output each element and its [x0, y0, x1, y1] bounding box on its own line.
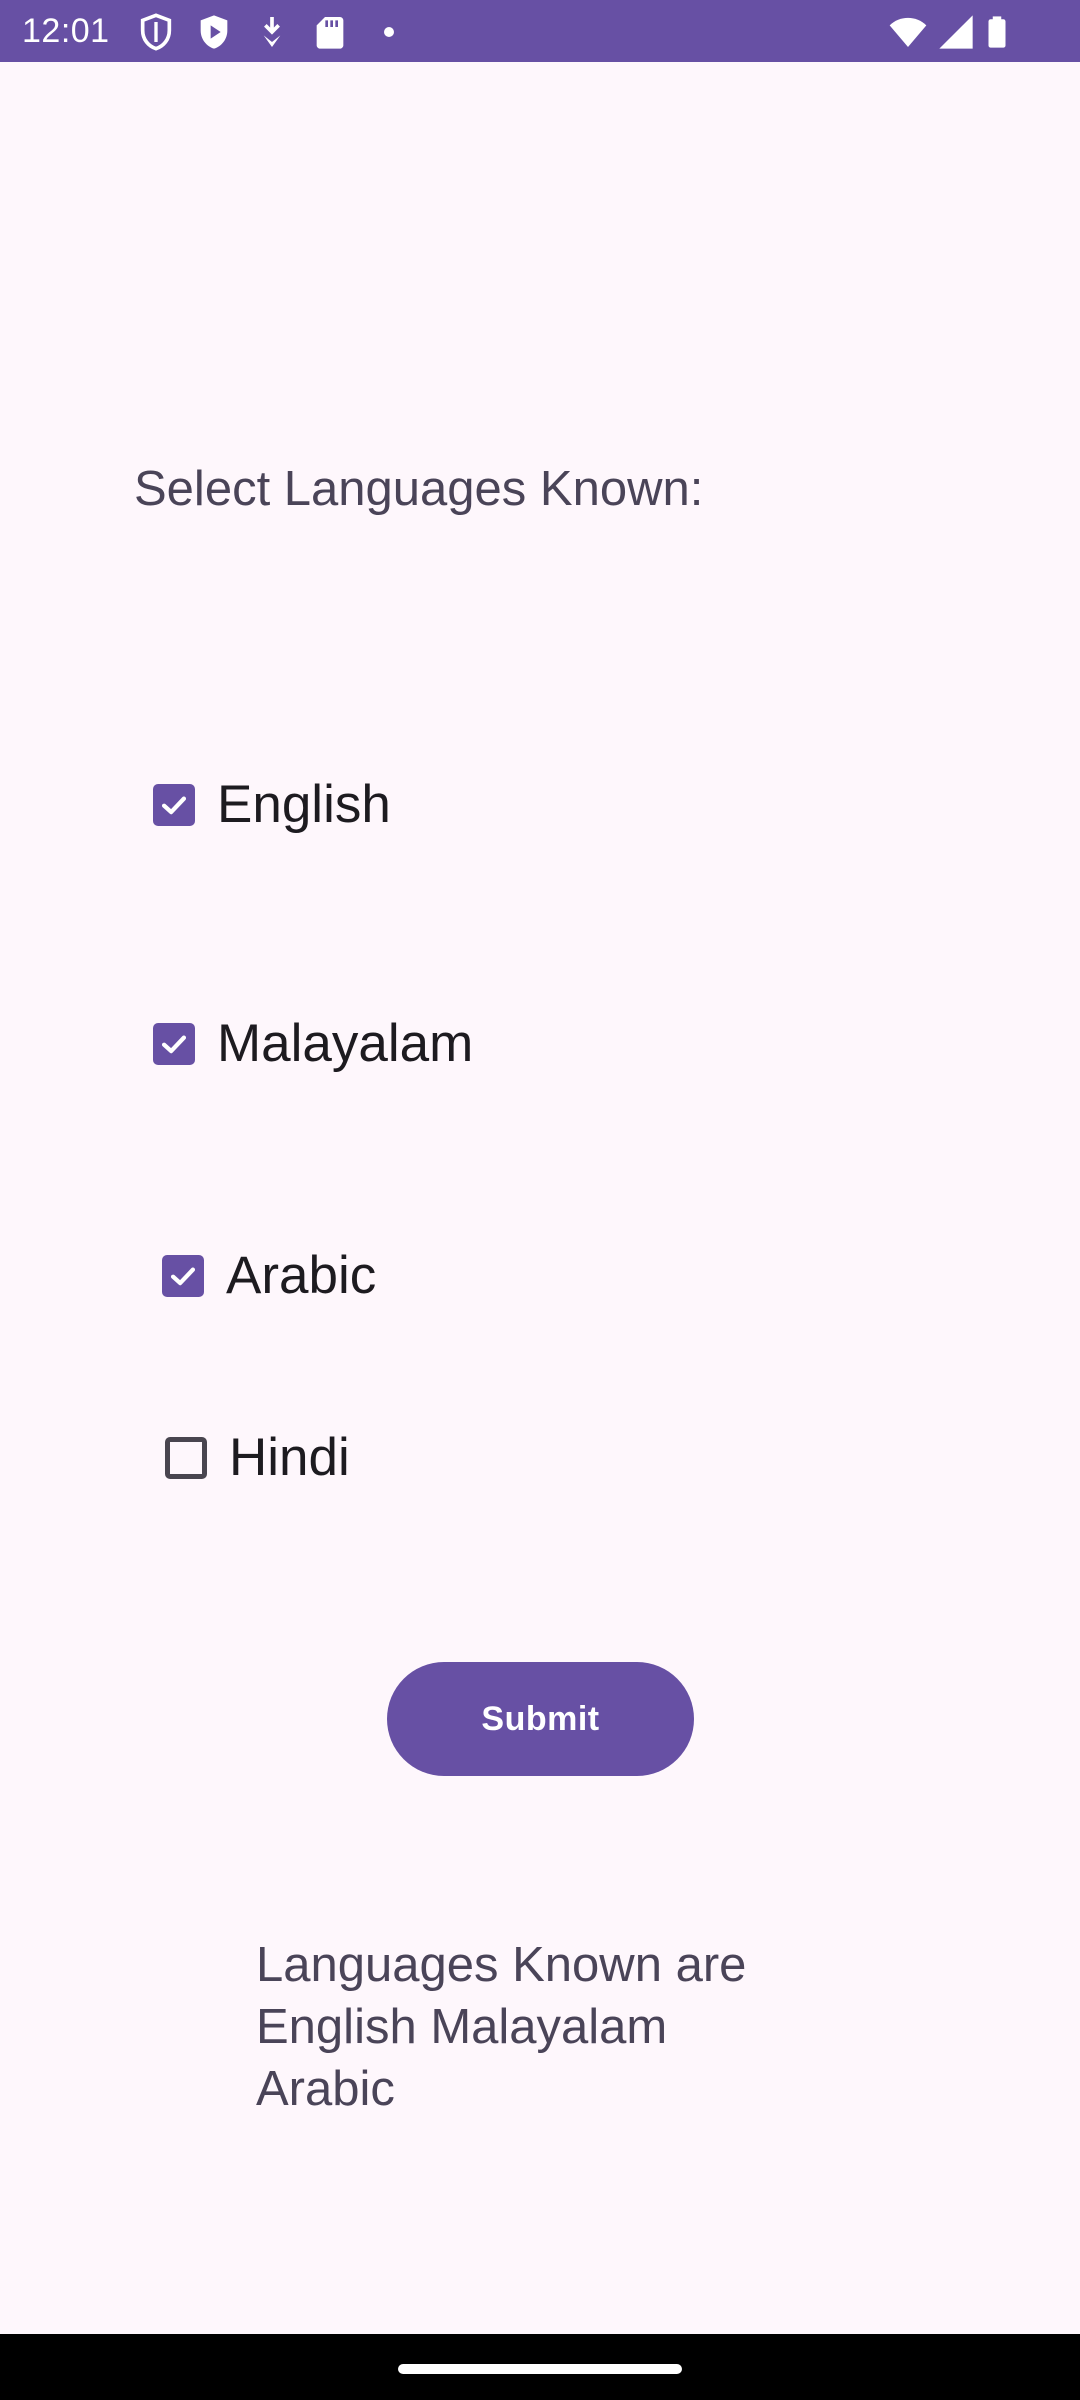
- checkbox-checked-icon[interactable]: [153, 784, 195, 826]
- checkbox-english[interactable]: English: [153, 765, 391, 845]
- wifi-icon: [886, 12, 930, 52]
- battery-icon: [980, 12, 1014, 52]
- play-protect-icon: [194, 12, 234, 52]
- checkbox-arabic[interactable]: Arabic: [162, 1236, 376, 1316]
- shield-icon: [136, 12, 176, 52]
- checkbox-label: Hindi: [229, 1428, 350, 1487]
- status-bar: 12:01: [0, 0, 1080, 62]
- checkbox-checked-icon[interactable]: [153, 1023, 195, 1065]
- checkbox-unchecked-icon[interactable]: [165, 1437, 207, 1479]
- checkbox-label: Malayalam: [217, 1014, 474, 1073]
- download-icon: [252, 12, 292, 52]
- sd-card-icon: [310, 12, 350, 52]
- dot-icon: [374, 12, 404, 52]
- checkbox-malayalam[interactable]: Malayalam: [153, 1004, 473, 1084]
- submit-button[interactable]: Submit: [387, 1662, 694, 1776]
- home-gesture-handle[interactable]: [398, 2364, 682, 2374]
- checkbox-label: English: [217, 775, 391, 834]
- status-time: 12:01: [22, 12, 110, 50]
- checkbox-label: Arabic: [226, 1246, 377, 1305]
- checkbox-hindi[interactable]: Hindi: [165, 1418, 350, 1498]
- checkbox-checked-icon[interactable]: [162, 1255, 204, 1297]
- signal-icon: [936, 12, 976, 52]
- page-title: Select Languages Known:: [134, 462, 704, 516]
- result-text: Languages Known are English Malayalam Ar…: [256, 1938, 747, 2116]
